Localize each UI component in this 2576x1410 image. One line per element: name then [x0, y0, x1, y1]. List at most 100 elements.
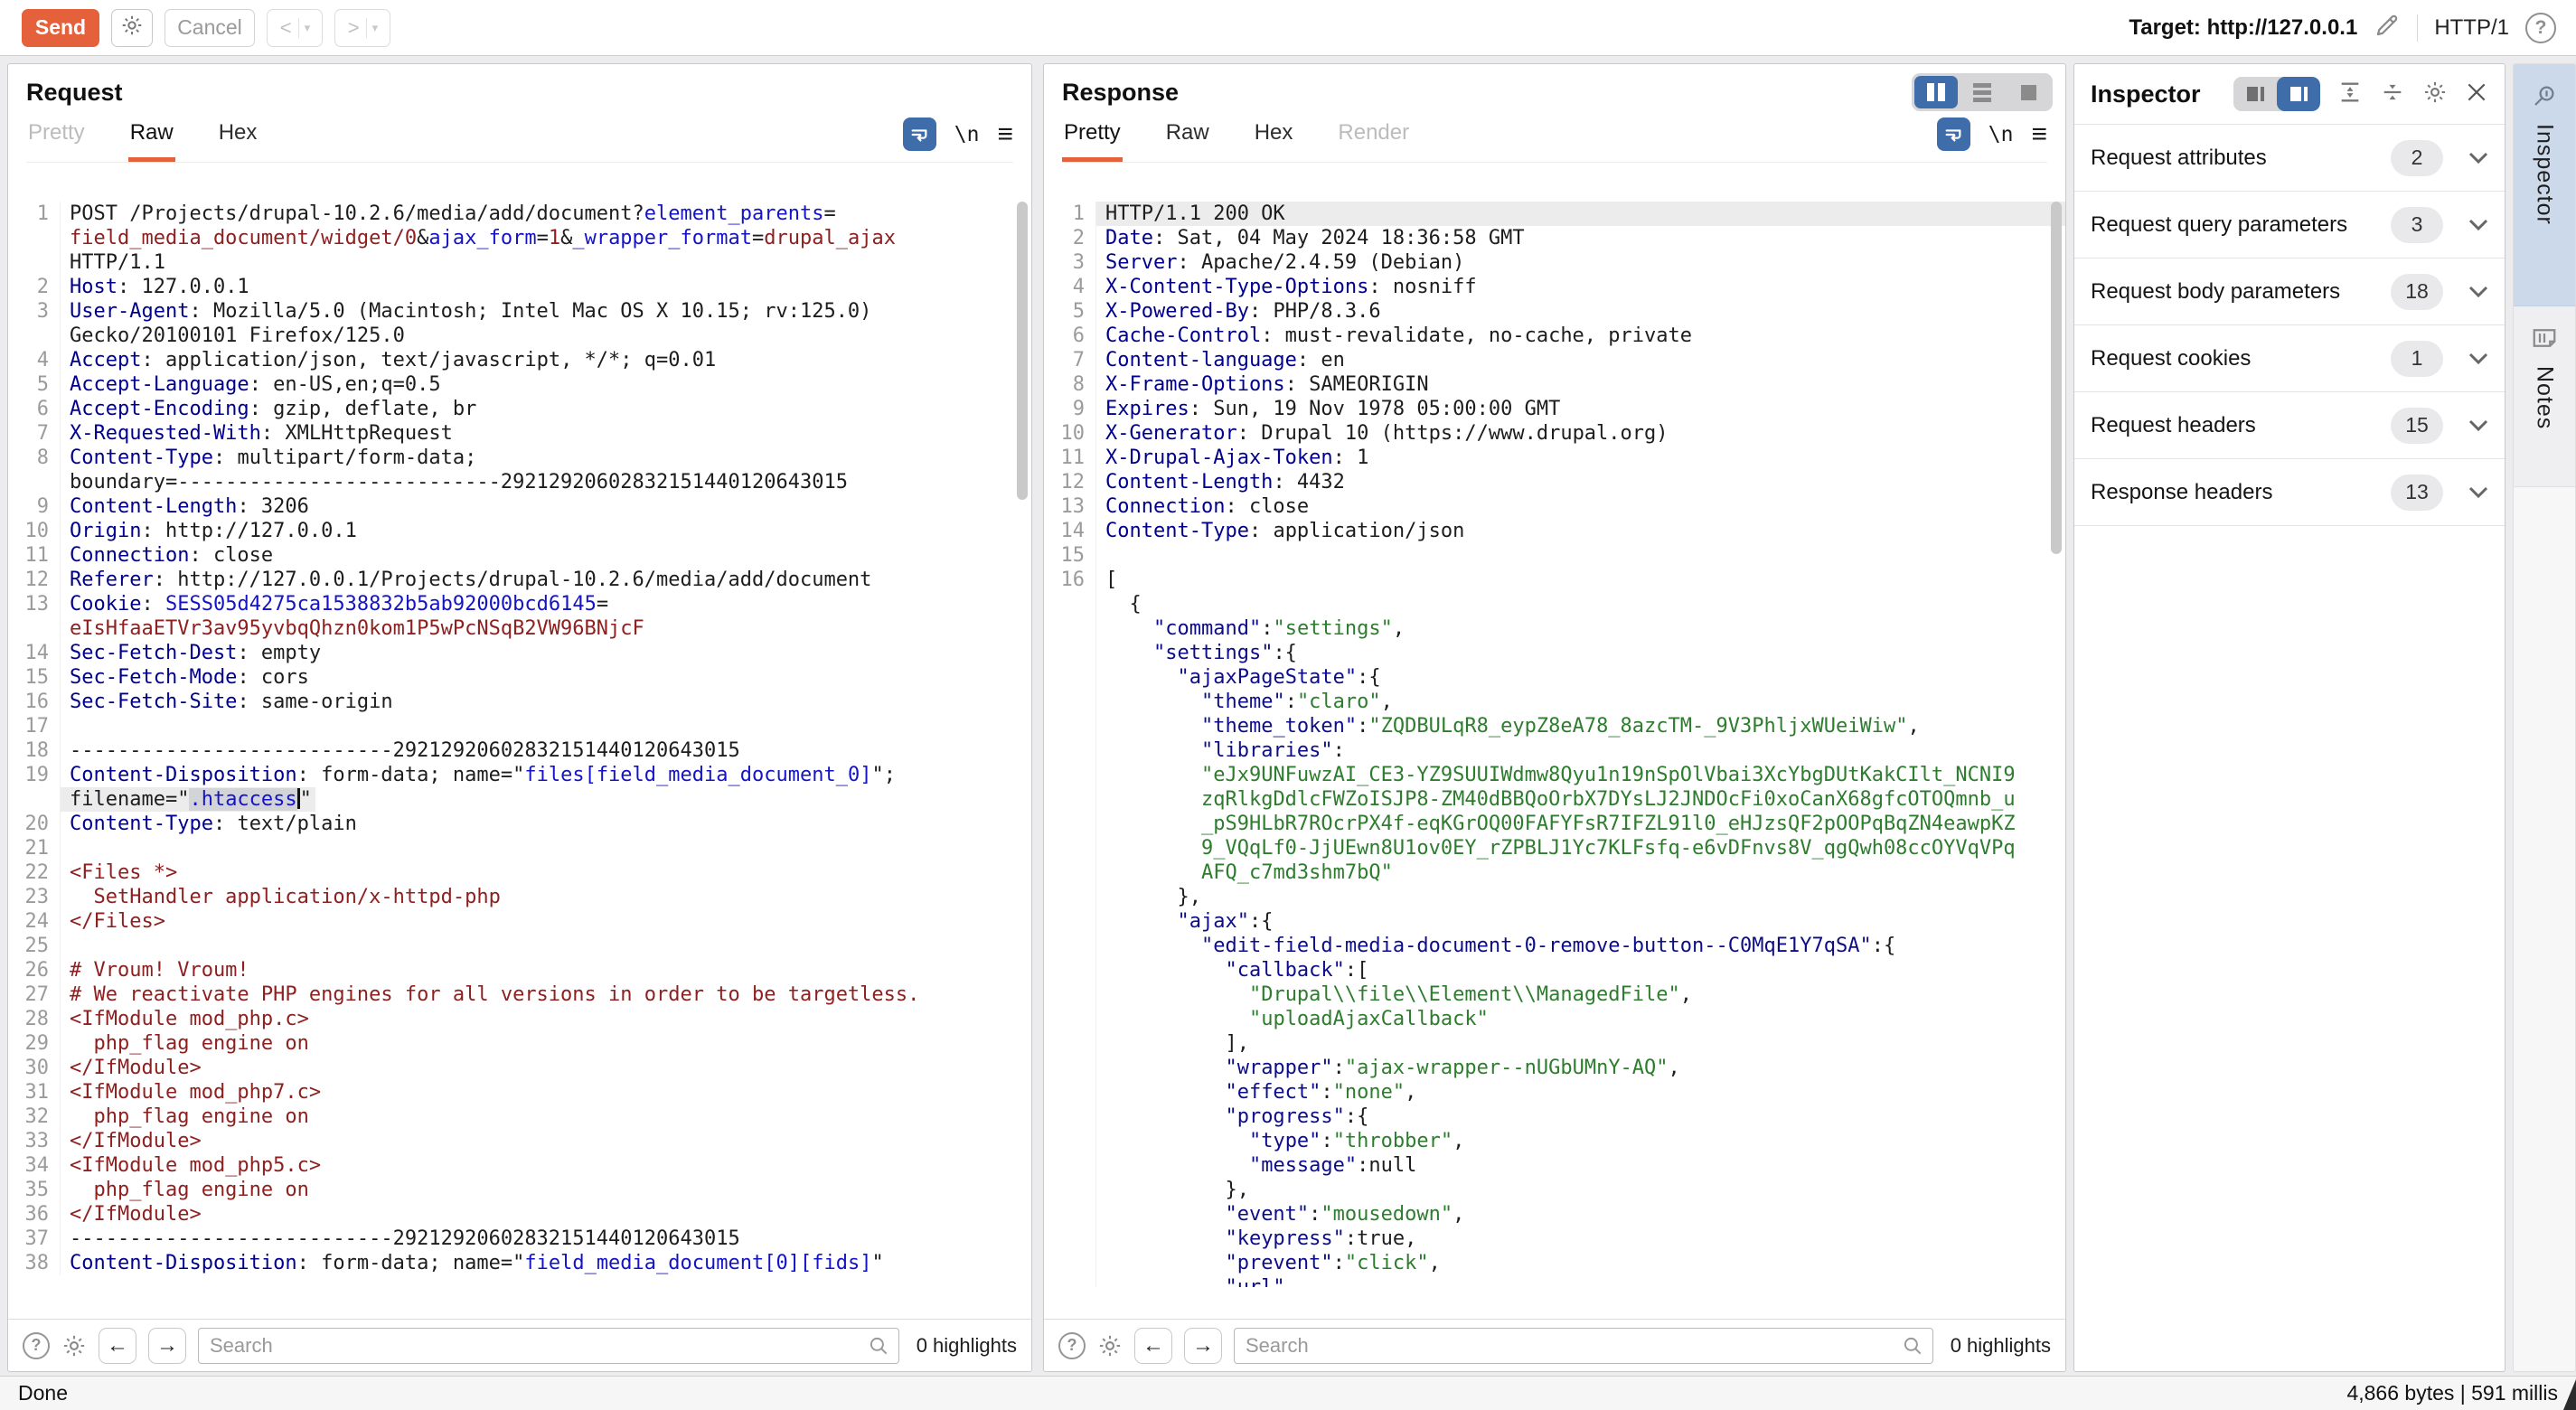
count-badge: 2: [2391, 140, 2443, 176]
request-search-input[interactable]: [198, 1328, 899, 1364]
response-layout-toggle-group: [1912, 73, 2053, 111]
code-line: 15Sec-Fetch-Mode: cors: [8, 665, 1031, 690]
line-number: [8, 787, 61, 812]
inspector-tab-label: Inspector: [2532, 124, 2558, 225]
chevron-right-icon: >: [342, 16, 366, 40]
line-number: 15: [8, 665, 61, 690]
response-editor[interactable]: 1HTTP/1.1 200 OK2Date: Sat, 04 May 2024 …: [1044, 198, 2065, 1319]
code-line: "event":"mousedown",: [1044, 1202, 2065, 1227]
response-search-input[interactable]: [1234, 1328, 1933, 1364]
inspector-section-request-cookies[interactable]: Request cookies1: [2074, 325, 2505, 392]
help-icon[interactable]: ?: [2525, 13, 2556, 43]
line-number: [1044, 665, 1096, 690]
send-settings-button[interactable]: [111, 9, 153, 47]
layout-single-button[interactable]: [2007, 76, 2050, 108]
code-line: 32 php_flag engine on: [8, 1104, 1031, 1129]
sidebar-tab-inspector[interactable]: Inspector: [2514, 64, 2575, 306]
code-line: HTTP/1.1: [8, 250, 1031, 275]
tab-render[interactable]: Render: [1336, 120, 1411, 162]
sidebar-tab-notes[interactable]: Notes: [2514, 306, 2575, 487]
line-number: 15: [1044, 543, 1096, 568]
line-number: [1044, 592, 1096, 616]
code-line: "wrapper":"ajax-wrapper--nUGbUMnY-AQ",: [1044, 1056, 2065, 1080]
editor-menu-icon[interactable]: ≡: [2031, 126, 2047, 144]
line-number: [1044, 1056, 1096, 1080]
request-scrollbar[interactable]: [1017, 202, 1028, 500]
send-button[interactable]: Send: [22, 9, 99, 47]
layout-rows-button[interactable]: [1960, 76, 2004, 108]
code-line: 18---------------------------29212920602…: [8, 738, 1031, 763]
view-right-button[interactable]: [2277, 77, 2320, 111]
tab-raw[interactable]: Raw: [128, 120, 175, 162]
next-match-button[interactable]: →: [1184, 1328, 1222, 1364]
line-number: 21: [8, 836, 61, 860]
code-line: 19Content-Disposition: form-data; name="…: [8, 763, 1031, 787]
inspector-section-request-body-parameters[interactable]: Request body parameters18: [2074, 258, 2505, 325]
response-scrollbar[interactable]: [2051, 202, 2062, 554]
close-icon[interactable]: [2465, 80, 2488, 108]
word-wrap-toggle-icon[interactable]: [903, 118, 936, 151]
line-number: [1044, 616, 1096, 641]
line-number: 1: [1044, 202, 1096, 226]
show-newlines-toggle[interactable]: \n: [954, 123, 980, 146]
request-editor[interactable]: 1POST /Projects/drupal-10.2.6/media/add/…: [8, 198, 1031, 1319]
code-line: "eJx9UNFuwzAI_CE3-YZ9SUUIWdmw8Qyu1n19nSp…: [1044, 763, 2065, 787]
code-line: 34<IfModule mod_php5.c>: [8, 1153, 1031, 1178]
line-number: 7: [1044, 348, 1096, 372]
tab-raw[interactable]: Raw: [1164, 120, 1211, 162]
line-number: 10: [8, 519, 61, 543]
code-line: filename=".htaccess": [8, 787, 1031, 812]
inspector-section-response-headers[interactable]: Response headers13: [2074, 459, 2505, 526]
next-match-button[interactable]: →: [148, 1328, 186, 1364]
expand-all-icon[interactable]: [2337, 80, 2363, 109]
collapse-all-icon[interactable]: [2380, 80, 2405, 109]
request-highlights-count: 0 highlights: [917, 1334, 1017, 1358]
code-line: _pS9HLbR7ROcrPX4f-eqKGrOQ00FAFYFsR7IFZL9…: [1044, 812, 2065, 836]
previous-match-button[interactable]: ←: [99, 1328, 136, 1364]
line-number: 14: [8, 641, 61, 665]
cancel-button[interactable]: Cancel: [165, 9, 255, 47]
line-number: 1: [8, 202, 61, 226]
code-line: 25: [8, 934, 1031, 958]
line-number: 23: [8, 885, 61, 909]
word-wrap-toggle-icon[interactable]: [1937, 118, 1970, 151]
code-line: "callback":[: [1044, 958, 2065, 982]
line-number: 2: [8, 275, 61, 299]
response-highlights-count: 0 highlights: [1951, 1334, 2051, 1358]
section-label: Request attributes: [2091, 146, 2267, 171]
next-request-button[interactable]: > ▾: [334, 9, 390, 47]
search-help-icon[interactable]: ?: [23, 1332, 50, 1359]
inspector-section-request-headers[interactable]: Request headers15: [2074, 392, 2505, 459]
chevron-left-icon: <: [274, 16, 298, 40]
code-line: 16Sec-Fetch-Site: same-origin: [8, 690, 1031, 714]
request-search-bar: ? ← → 0 highlights: [8, 1319, 1031, 1371]
previous-request-button[interactable]: < ▾: [267, 9, 323, 47]
layout-columns-button[interactable]: [1914, 76, 1958, 108]
search-help-icon[interactable]: ?: [1058, 1332, 1086, 1359]
inspector-section-request-query-parameters[interactable]: Request query parameters3: [2074, 192, 2505, 258]
tab-hex[interactable]: Hex: [217, 120, 259, 162]
http-version-selector[interactable]: HTTP/1: [2434, 15, 2509, 41]
code-line: 9_VQqLf0-JjUEwn8U1ov0EY_rZPBLJ1Yc7KLFsfq…: [1044, 836, 2065, 860]
tab-pretty[interactable]: Pretty: [26, 120, 87, 162]
line-number: 22: [8, 860, 61, 885]
tab-pretty[interactable]: Pretty: [1062, 120, 1123, 162]
section-label: Request body parameters: [2091, 279, 2340, 305]
search-settings-gear-icon[interactable]: [61, 1333, 87, 1358]
code-line: Gecko/20100101 Firefox/125.0: [8, 324, 1031, 348]
inspector-section-request-attributes[interactable]: Request attributes 2: [2074, 125, 2505, 192]
pencil-icon[interactable]: [2374, 12, 2401, 43]
show-newlines-toggle[interactable]: \n: [1988, 123, 2014, 146]
line-number: [1044, 982, 1096, 1007]
search-settings-gear-icon[interactable]: [1097, 1333, 1123, 1358]
previous-match-button[interactable]: ←: [1134, 1328, 1172, 1364]
inspector-sections: Request attributes 2 Request query paramet…: [2074, 124, 2505, 526]
tab-hex[interactable]: Hex: [1253, 120, 1295, 162]
code-line: "effect":"none",: [1044, 1080, 2065, 1104]
code-line: 28<IfModule mod_php.c>: [8, 1007, 1031, 1031]
line-number: 11: [1044, 446, 1096, 470]
view-left-button[interactable]: [2233, 77, 2277, 111]
editor-menu-icon[interactable]: ≡: [997, 126, 1013, 144]
line-number: 32: [8, 1104, 61, 1129]
inspector-settings-gear-icon[interactable]: [2422, 80, 2448, 109]
